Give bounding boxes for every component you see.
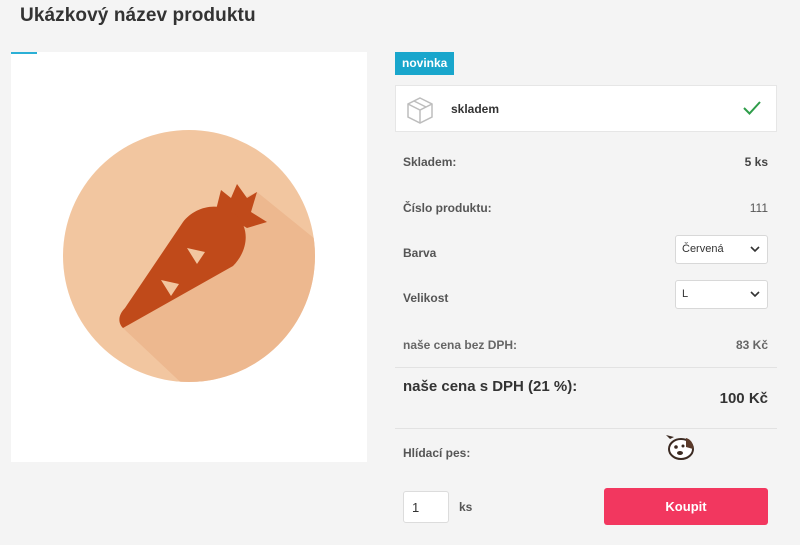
color-select[interactable]: Červená (675, 235, 768, 264)
divider (395, 367, 777, 368)
watchdog-label: Hlídací pes: (403, 446, 471, 460)
in-stock-value: 5 ks (744, 155, 768, 169)
product-image[interactable] (11, 52, 367, 462)
price-inc-vat-value: 100 Kč (719, 390, 768, 407)
price-ex-vat-value: 83 Kč (735, 338, 768, 352)
new-badge: novinka (395, 52, 455, 75)
dog-icon[interactable] (664, 433, 696, 461)
product-number-label: Číslo produktu: (403, 201, 492, 215)
chevron-down-icon (750, 291, 760, 298)
color-label: Barva (403, 246, 437, 260)
buy-button[interactable]: Koupit (604, 488, 768, 525)
price-ex-vat-label: naše cena bez DPH: (403, 338, 518, 352)
chevron-down-icon (750, 246, 760, 253)
size-selected: L (682, 288, 689, 300)
check-icon (743, 101, 761, 115)
product-number-value: 111 (749, 201, 768, 215)
size-select[interactable]: L (675, 280, 768, 309)
color-selected: Červená (682, 243, 724, 255)
page-title: Ukázkový název produktu (20, 5, 256, 26)
size-label: Velikost (403, 291, 449, 305)
price-inc-vat-label: naše cena s DPH (21 %): (403, 378, 578, 395)
carrot-icon (63, 130, 315, 382)
stock-label: skladem (451, 102, 500, 116)
box-icon (407, 97, 433, 124)
divider (395, 428, 777, 429)
quantity-unit: ks (459, 500, 473, 514)
quantity-input[interactable] (403, 491, 449, 523)
stock-status-box: skladem (395, 85, 777, 132)
in-stock-label: Skladem: (403, 155, 457, 169)
